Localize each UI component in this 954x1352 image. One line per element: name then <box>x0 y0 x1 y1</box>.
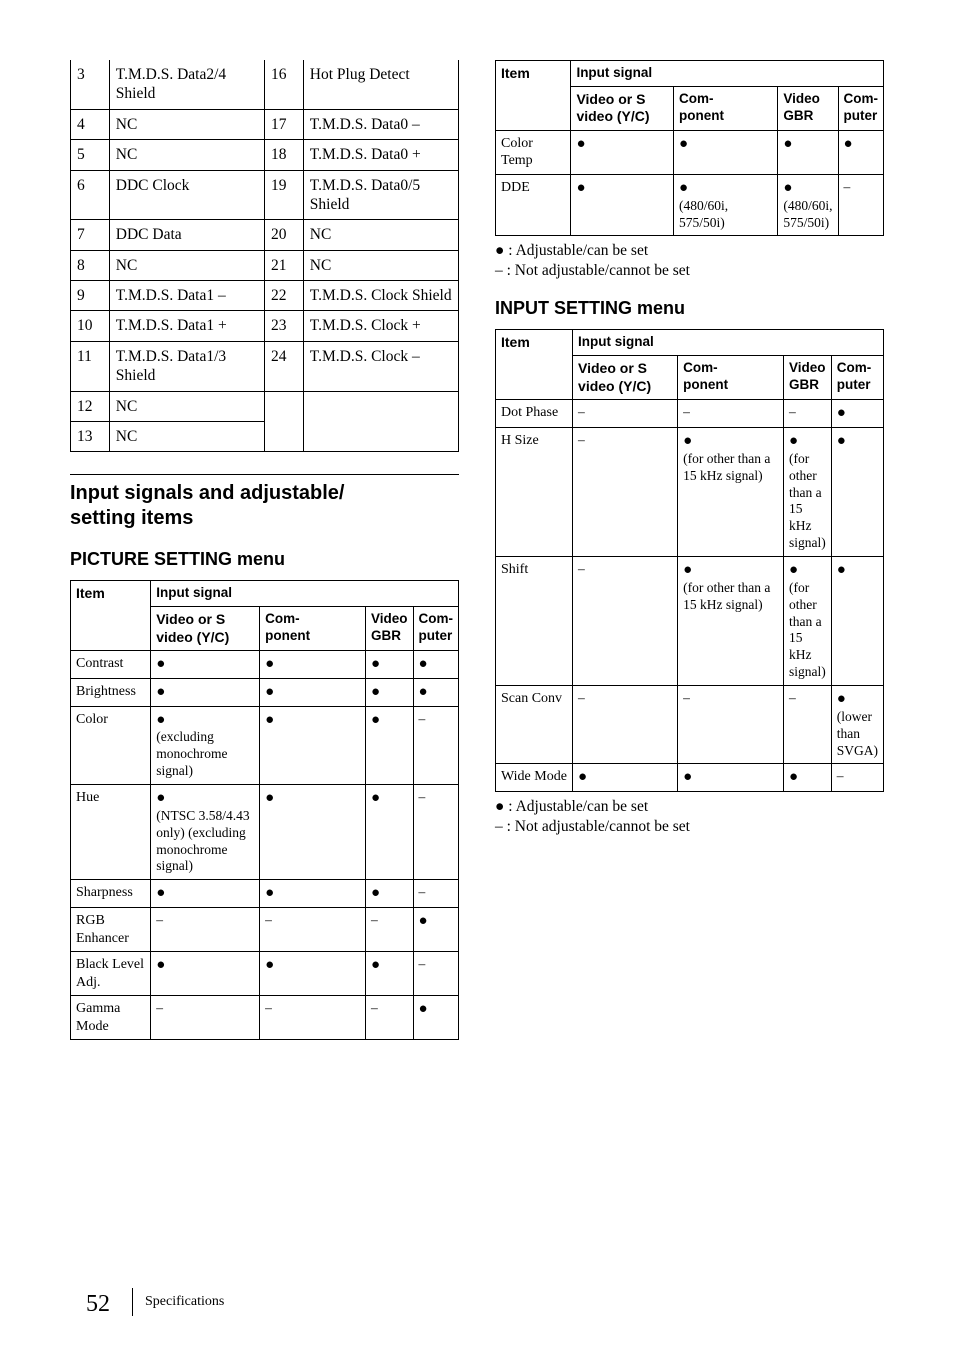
table-row: 8NC21NC <box>71 250 459 280</box>
legend-not-adjustable-2: – : Not adjustable/cannot be set <box>495 818 884 836</box>
table-row: DDE●●(480/60i, 575/50i)●(480/60i, 575/50… <box>496 174 884 236</box>
table-row: 5NC18T.M.D.S. Data0 + <box>71 140 459 170</box>
table-row: Gamma Mode–––● <box>71 996 459 1040</box>
input-setting-table: ItemInput signalVideo or S video (Y/C)Co… <box>495 329 884 792</box>
picture-setting-heading: PICTURE SETTING menu <box>70 549 459 570</box>
table-row: Dot Phase–––● <box>496 400 884 428</box>
table-row: Color Temp●●●● <box>496 130 884 174</box>
table-row: H Size–●(for other than a 15 kHz signal)… <box>496 428 884 557</box>
table-row: Shift–●(for other than a 15 kHz signal)●… <box>496 557 884 686</box>
pin-assignment-table: 3T.M.D.S. Data2/4 Shield16Hot Plug Detec… <box>70 60 459 452</box>
table-row: 6DDC Clock19T.M.D.S. Data0/5 Shield <box>71 170 459 220</box>
section-heading-input-signals-2: setting items <box>70 506 459 531</box>
input-setting-heading: INPUT SETTING menu <box>495 298 884 319</box>
table-row: Color●(excluding monochrome signal)●●– <box>71 706 459 784</box>
table-row: 13NC <box>71 421 459 451</box>
table-row: Brightness●●●● <box>71 678 459 706</box>
page-number: 52 <box>86 1291 110 1318</box>
section-heading-input-signals-1: Input signals and adjustable/ <box>70 481 459 506</box>
legend-adjustable-1: ● : Adjustable/can be set <box>495 242 884 260</box>
table-row: 4NC17T.M.D.S. Data0 – <box>71 109 459 139</box>
table-row: RGB Enhancer–––● <box>71 908 459 952</box>
table-row: Sharpness●●●– <box>71 880 459 908</box>
table-row: 7DDC Data20NC <box>71 220 459 250</box>
legend-not-adjustable-1: – : Not adjustable/cannot be set <box>495 262 884 280</box>
table-row: Wide Mode●●●– <box>496 764 884 792</box>
table-row: Black Level Adj.●●●– <box>71 952 459 996</box>
table-row: Contrast●●●● <box>71 651 459 679</box>
table-row: 11T.M.D.S. Data1/3 Shield24T.M.D.S. Cloc… <box>71 341 459 391</box>
table-row: 12NC <box>71 391 459 421</box>
picture-setting-table-cont: ItemInput signalVideo or S video (Y/C)Co… <box>495 60 884 236</box>
table-row: Scan Conv–––●(lower than SVGA) <box>496 686 884 764</box>
table-row: 3T.M.D.S. Data2/4 Shield16Hot Plug Detec… <box>71 60 459 109</box>
picture-setting-table: ItemInput signalVideo or S video (Y/C)Co… <box>70 580 459 1040</box>
legend-adjustable-2: ● : Adjustable/can be set <box>495 798 884 816</box>
table-row: 9T.M.D.S. Data1 –22T.M.D.S. Clock Shield <box>71 281 459 311</box>
table-row: Hue●(NTSC 3.58/4.43 only) (excluding mon… <box>71 785 459 880</box>
page-label: Specifications <box>132 1288 224 1316</box>
table-row: 10T.M.D.S. Data1 +23T.M.D.S. Clock + <box>71 311 459 341</box>
